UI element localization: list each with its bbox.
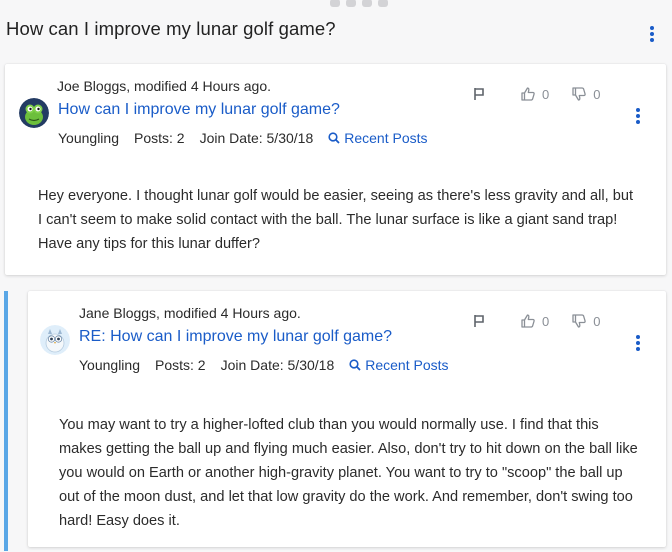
like-button[interactable]: 0 bbox=[520, 86, 549, 102]
recent-posts-link[interactable]: Recent Posts bbox=[349, 357, 449, 373]
dislike-button[interactable]: 0 bbox=[571, 86, 600, 102]
owl-avatar[interactable] bbox=[40, 325, 70, 355]
thumbs-down-icon bbox=[572, 314, 587, 328]
frog-avatar[interactable] bbox=[19, 98, 49, 128]
author-post-count: Posts: 2 bbox=[155, 357, 206, 373]
dislike-count: 0 bbox=[593, 86, 601, 102]
post-title-link[interactable]: RE: How can I improve my lunar golf game… bbox=[79, 328, 392, 346]
post-options-kebab-icon[interactable] bbox=[632, 333, 644, 353]
dislike-button[interactable]: 0 bbox=[571, 313, 600, 329]
post-author-line: Joe Bloggs, modified 4 Hours ago. bbox=[57, 78, 272, 94]
post-author-info: Youngling Posts: 2 Join Date: 5/30/18 Re… bbox=[58, 130, 443, 146]
post-body: Hey everyone. I thought lunar golf would… bbox=[38, 188, 633, 252]
like-count: 0 bbox=[542, 313, 550, 329]
thread-options-kebab-icon[interactable] bbox=[646, 24, 658, 44]
post-author-line: Jane Bloggs, modified 4 Hours ago. bbox=[79, 305, 301, 321]
partial-toolbar-top bbox=[330, 0, 450, 7]
thumbs-up-icon bbox=[521, 87, 535, 101]
flag-icon[interactable] bbox=[472, 87, 486, 101]
like-button[interactable]: 0 bbox=[520, 313, 549, 329]
post-card-2: Jane Bloggs, modified 4 Hours ago. RE: H… bbox=[28, 291, 666, 547]
reply-thread-indicator bbox=[4, 291, 8, 551]
post-body: You may want to try a higher-lofted club… bbox=[59, 417, 638, 529]
post-actions: 0 0 bbox=[472, 313, 622, 329]
like-count: 0 bbox=[542, 86, 550, 102]
recent-posts-label: Recent Posts bbox=[365, 357, 449, 373]
recent-posts-link[interactable]: Recent Posts bbox=[328, 130, 428, 146]
post-author-info: Youngling Posts: 2 Join Date: 5/30/18 Re… bbox=[79, 357, 464, 373]
recent-posts-label: Recent Posts bbox=[344, 130, 428, 146]
author-rank: Youngling bbox=[58, 130, 119, 146]
post-title-link[interactable]: How can I improve my lunar golf game? bbox=[58, 101, 340, 119]
search-icon bbox=[328, 132, 340, 144]
author-join-date: Join Date: 5/30/18 bbox=[220, 357, 335, 373]
thumbs-up-icon bbox=[521, 314, 535, 328]
dislike-count: 0 bbox=[593, 313, 601, 329]
thumbs-down-icon bbox=[572, 87, 587, 101]
post-card-1: Joe Bloggs, modified 4 Hours ago. How ca… bbox=[5, 64, 666, 275]
post-actions: 0 0 bbox=[472, 86, 622, 102]
post-options-kebab-icon[interactable] bbox=[632, 106, 644, 126]
author-join-date: Join Date: 5/30/18 bbox=[199, 130, 314, 146]
author-rank: Youngling bbox=[79, 357, 140, 373]
flag-icon[interactable] bbox=[472, 314, 486, 328]
thread-title: How can I improve my lunar golf game? bbox=[6, 18, 336, 39]
author-post-count: Posts: 2 bbox=[134, 130, 185, 146]
search-icon bbox=[349, 359, 361, 371]
